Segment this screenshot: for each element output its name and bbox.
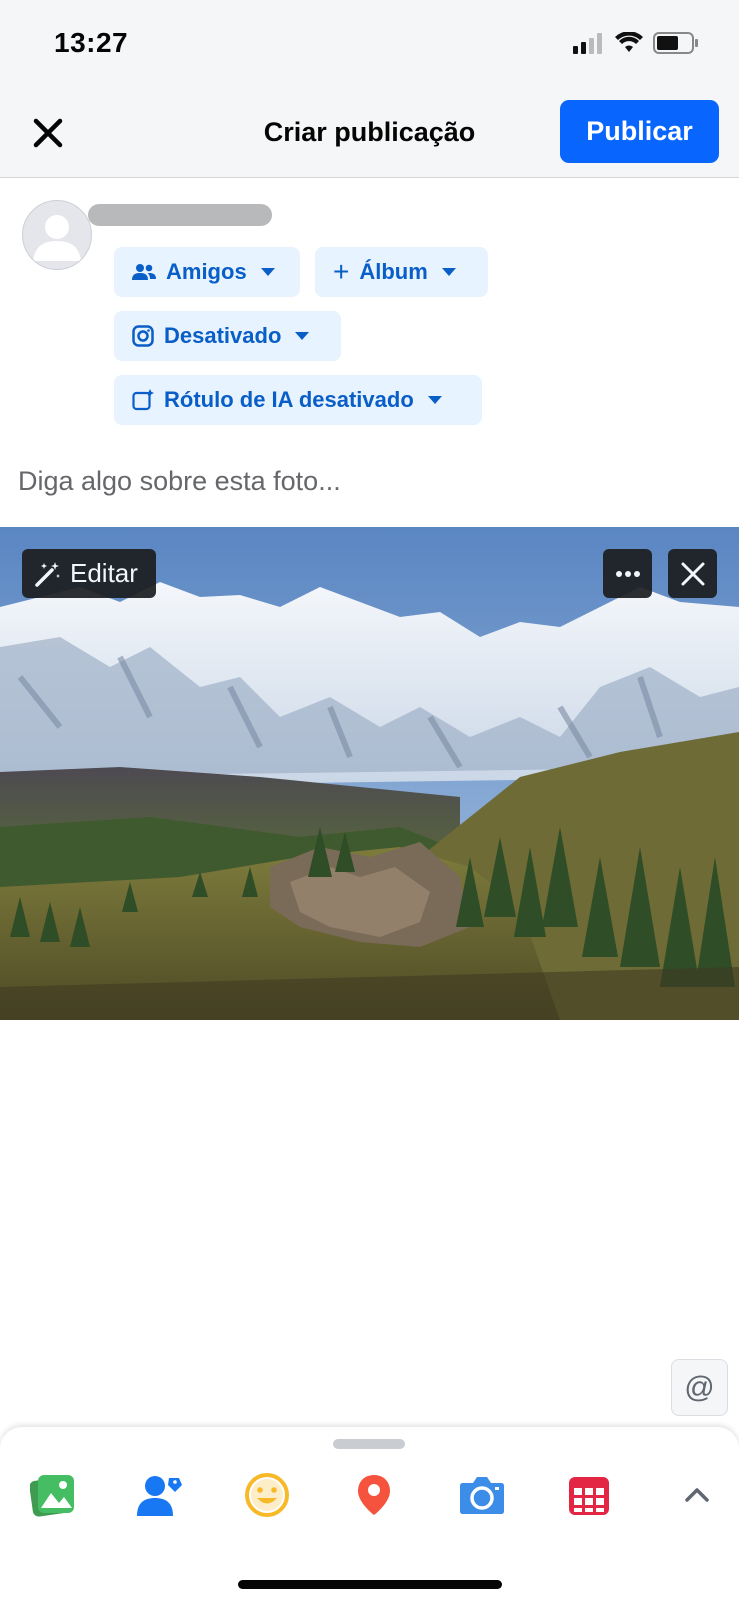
ai-label-chip-label: Rótulo de IA desativado (164, 387, 414, 412)
tag-people-icon[interactable] (135, 1471, 183, 1519)
drag-handle[interactable] (333, 1439, 405, 1449)
photo-more-button[interactable] (603, 549, 652, 598)
avatar (22, 200, 92, 270)
instagram-chip-label: Desativado (164, 323, 282, 348)
location-icon[interactable] (350, 1471, 398, 1519)
status-time: 13:27 (54, 27, 129, 58)
bottom-tray (0, 1427, 739, 1600)
audience-chip-label: Amigos (166, 259, 247, 284)
instagram-chip[interactable]: Desativado (114, 311, 341, 361)
feeling-icon[interactable] (243, 1471, 291, 1519)
ai-label-icon (132, 389, 154, 411)
close-icon (681, 562, 704, 585)
caret-down-icon (295, 332, 310, 340)
home-indicator (238, 1580, 502, 1589)
edit-photo-button[interactable]: Editar (22, 549, 156, 598)
battery-icon (653, 32, 698, 54)
remove-photo-button[interactable] (668, 549, 717, 598)
header: Criar publicação Publicar (0, 88, 739, 178)
chevron-up-icon[interactable] (673, 1471, 721, 1519)
ai-label-chip[interactable]: Rótulo de IA desativado (114, 375, 482, 425)
photo-icon[interactable] (29, 1471, 77, 1519)
instagram-icon (132, 325, 154, 347)
caret-down-icon (427, 396, 442, 404)
album-chip-label: Álbum (359, 259, 428, 284)
mention-button[interactable]: @ (671, 1359, 728, 1416)
post-text-input[interactable]: Diga algo sobre esta foto... (18, 466, 341, 497)
wifi-icon (615, 32, 643, 52)
more-icon (615, 570, 640, 577)
caret-down-icon (260, 268, 275, 276)
default-avatar-icon (33, 215, 81, 261)
album-chip[interactable]: + Álbum (315, 247, 488, 297)
caret-down-icon (441, 268, 456, 276)
status-icons (573, 32, 699, 54)
author-name-redacted (88, 204, 272, 226)
status-bar: 13:27 (0, 0, 739, 88)
friends-icon (132, 264, 156, 280)
event-icon[interactable] (565, 1471, 613, 1519)
publish-button[interactable]: Publicar (560, 100, 719, 163)
attached-photo (0, 527, 739, 1020)
plus-icon: + (333, 256, 350, 287)
audience-chip[interactable]: Amigos (114, 247, 300, 297)
mountain-landscape-image (0, 527, 739, 1020)
camera-icon[interactable] (458, 1471, 506, 1519)
magic-wand-icon (35, 561, 60, 587)
edit-photo-label: Editar (70, 558, 138, 588)
signal-icon (573, 33, 602, 54)
